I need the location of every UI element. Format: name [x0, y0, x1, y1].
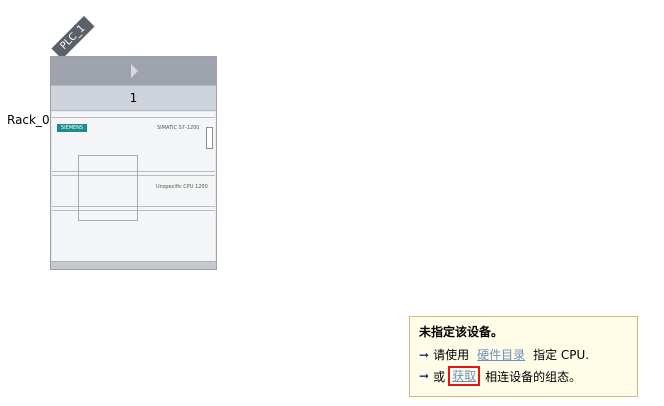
device-unspecified-notice: 未指定该设备。 ➞ 请使用 硬件目录 指定 CPU. ➞ 或 获取 相连设备的组…: [409, 316, 638, 397]
notice-line1-prefix: 请使用: [433, 348, 470, 362]
rack-header: [51, 57, 216, 85]
notice-title: 未指定该设备。: [419, 325, 504, 339]
device-rack[interactable]: 1 SIEMENS SIMATIC S7-1200 Unspecific CPU…: [50, 56, 217, 270]
cpu-module[interactable]: SIEMENS SIMATIC S7-1200 Unspecific CPU 1…: [52, 112, 215, 262]
rack-label: Rack_0: [7, 113, 50, 127]
notice-line1-suffix: 指定 CPU.: [533, 348, 590, 362]
detect-link[interactable]: 获取: [448, 366, 481, 386]
rack-footer: [51, 261, 216, 269]
notice-line-catalog: ➞ 请使用 硬件目录 指定 CPU.: [419, 346, 589, 363]
brand-logo: SIEMENS: [57, 124, 87, 132]
right-arrow-icon: ➞: [419, 369, 430, 383]
notice-line2-suffix: 相连设备的组态。: [485, 369, 582, 384]
cpu-type-label: Unspecific CPU 1200: [156, 184, 208, 190]
connector-icon: [206, 127, 213, 149]
module-divider: [52, 117, 215, 118]
module-display-panel: [78, 155, 138, 221]
right-arrow-icon: ➞: [419, 347, 430, 362]
slot-number: 1: [51, 85, 216, 111]
notice-line2-prefix: 或: [433, 369, 446, 384]
expand-arrow-icon[interactable]: [131, 64, 138, 78]
module-model-label: SIMATIC S7-1200: [157, 125, 200, 131]
notice-line-detect: ➞ 或 获取 相连设备的组态。: [419, 366, 581, 386]
hardware-catalog-link[interactable]: 硬件目录: [477, 346, 525, 363]
plc-name-tag[interactable]: PLC_1: [51, 15, 95, 60]
